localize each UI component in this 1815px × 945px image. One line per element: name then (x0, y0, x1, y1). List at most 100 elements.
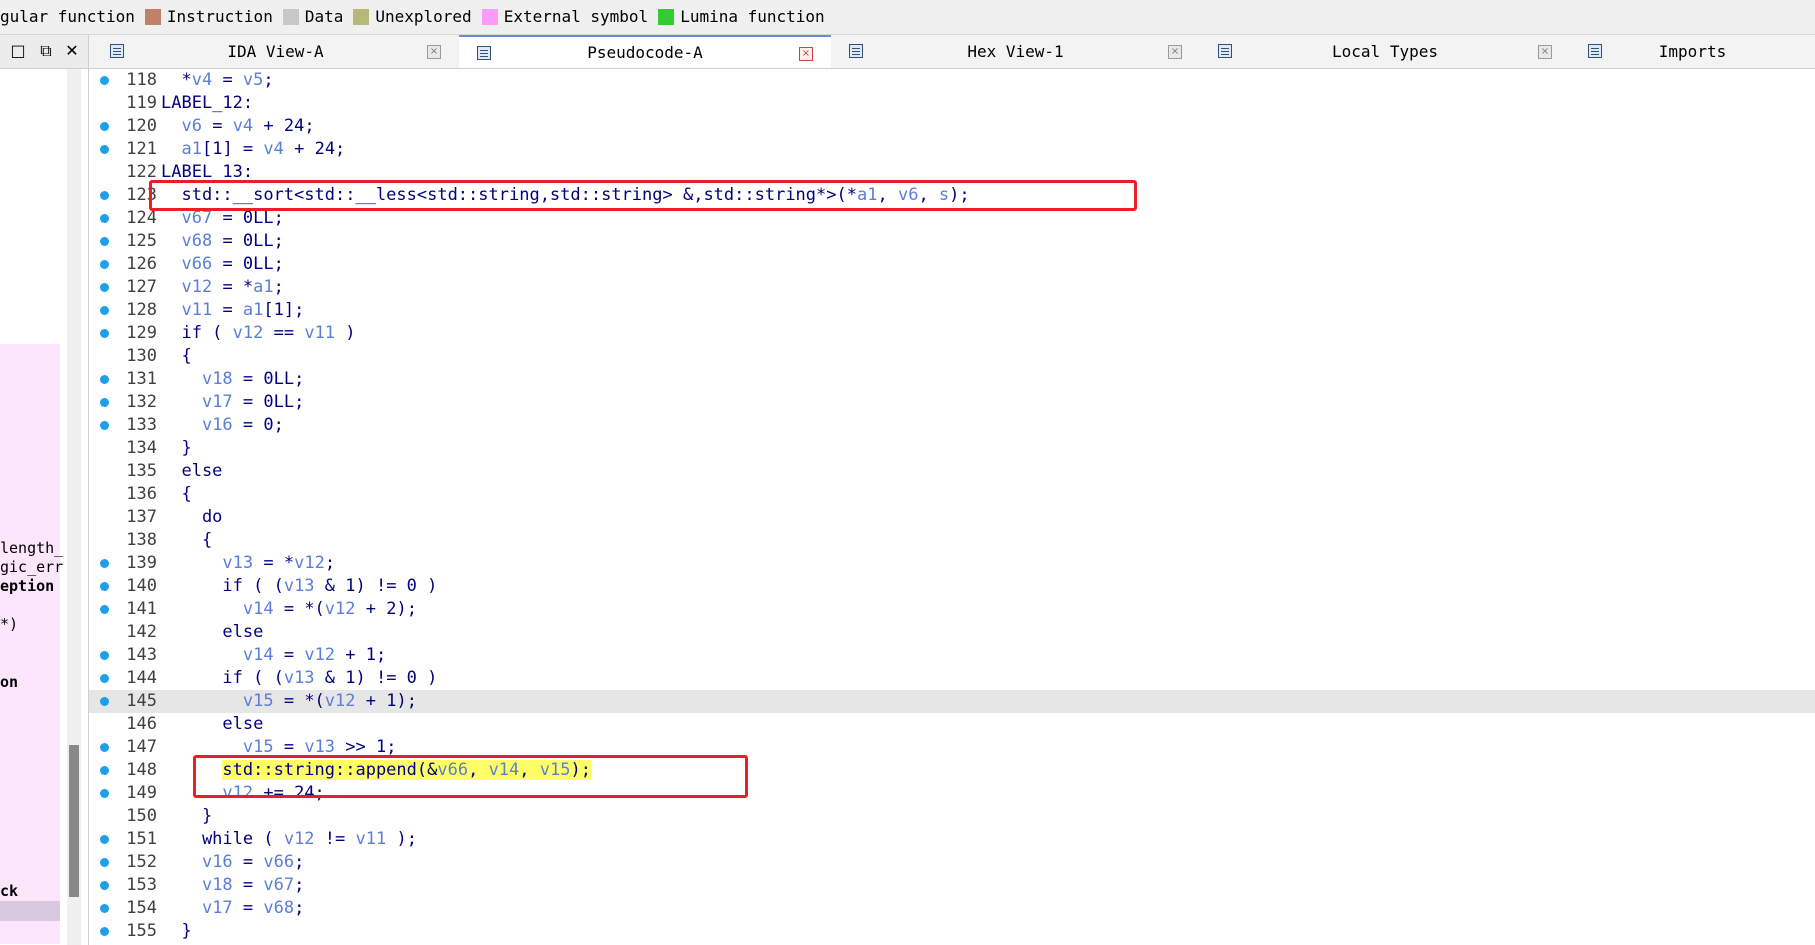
code-text[interactable]: v11 = a1[1]; (161, 299, 304, 322)
code-line[interactable]: 125 v68 = 0LL; (89, 230, 1815, 253)
code-line[interactable]: 140 if ( (v13 & 1) != 0 ) (89, 575, 1815, 598)
breakpoint-dot-icon[interactable] (100, 927, 109, 936)
breakpoint-dot-icon[interactable] (100, 582, 109, 591)
code-text[interactable]: v17 = 0LL; (161, 391, 304, 414)
code-line[interactable]: 128 v11 = a1[1]; (89, 299, 1815, 322)
code-text[interactable]: v16 = 0; (161, 414, 284, 437)
code-line[interactable]: 141 v14 = *(v12 + 2); (89, 598, 1815, 621)
code-text[interactable]: LABEL_12: (161, 92, 253, 115)
breakpoint-dot-icon[interactable] (100, 835, 109, 844)
breakpoint-dot-icon[interactable] (100, 904, 109, 913)
breakpoint-dot-icon[interactable] (100, 651, 109, 660)
breakpoint-dot-icon[interactable] (100, 559, 109, 568)
code-line[interactable]: 143 v14 = v12 + 1; (89, 644, 1815, 667)
close-icon[interactable]: ✕ (62, 41, 82, 61)
breakpoint-dot-icon[interactable] (100, 398, 109, 407)
code-line[interactable]: 133 v16 = 0; (89, 414, 1815, 437)
code-text[interactable]: if ( (v13 & 1) != 0 ) (161, 575, 437, 598)
function-list-item[interactable]: on (0, 673, 18, 691)
code-text[interactable]: } (161, 805, 212, 828)
code-text[interactable]: } (161, 437, 191, 460)
tab-hex-view-1[interactable]: Hex View-1 × (831, 35, 1201, 68)
breakpoint-dot-icon[interactable] (100, 421, 109, 430)
code-line[interactable]: 150 } (89, 805, 1815, 828)
code-text[interactable]: v68 = 0LL; (161, 230, 283, 253)
breakpoint-dot-icon[interactable] (100, 605, 109, 614)
code-text[interactable]: else (161, 460, 222, 483)
breakpoint-dot-icon[interactable] (100, 191, 109, 200)
restore-icon[interactable]: □ (8, 41, 28, 61)
code-line[interactable]: 132 v17 = 0LL; (89, 391, 1815, 414)
code-text[interactable]: v12 = *a1; (161, 276, 283, 299)
code-text[interactable]: v6 = v4 + 24; (161, 115, 314, 138)
breakpoint-dot-icon[interactable] (100, 283, 109, 292)
code-text[interactable]: v66 = 0LL; (161, 253, 283, 276)
tab-local-types[interactable]: Local Types × (1200, 35, 1571, 68)
code-line[interactable]: 134 } (89, 437, 1815, 460)
code-text[interactable]: v15 = *(v12 + 1); (161, 690, 417, 713)
float-window-icon[interactable]: ⧉ (36, 41, 56, 61)
code-line[interactable]: 119 LABEL_12: (89, 92, 1815, 115)
code-line[interactable]: 138 { (89, 529, 1815, 552)
breakpoint-dot-icon[interactable] (100, 858, 109, 867)
function-list-item[interactable]: gic_err (0, 558, 63, 576)
pseudocode-view[interactable]: 118 *v4 = v5; 119 LABEL_12: 120 v6 = v4 + 2… (89, 69, 1815, 945)
breakpoint-dot-icon[interactable] (100, 145, 109, 154)
code-text[interactable]: if ( v12 == v11 ) (161, 322, 355, 345)
code-line[interactable]: 129 if ( v12 == v11 ) (89, 322, 1815, 345)
function-list-item[interactable]: *) (0, 615, 18, 633)
function-list-item[interactable]: length_ (0, 539, 63, 557)
code-text[interactable]: v18 = 0LL; (161, 368, 304, 391)
code-line[interactable]: 152 v16 = v66; (89, 851, 1815, 874)
code-text[interactable]: do (161, 506, 222, 529)
code-text[interactable]: else (161, 621, 263, 644)
code-line[interactable]: 130 { (89, 345, 1815, 368)
function-list-item[interactable]: ck (0, 882, 18, 900)
code-line[interactable]: 151 while ( v12 != v11 ); (89, 828, 1815, 851)
code-text[interactable]: v16 = v66; (161, 851, 304, 874)
breakpoint-dot-icon[interactable] (100, 76, 109, 85)
tab-ida-view-a[interactable]: IDA View-A × (92, 35, 460, 68)
breakpoint-dot-icon[interactable] (100, 122, 109, 131)
code-line[interactable]: 139 v13 = *v12; (89, 552, 1815, 575)
tab-imports[interactable]: Imports (1570, 35, 1815, 68)
breakpoint-dot-icon[interactable] (100, 789, 109, 798)
code-text[interactable]: v13 = *v12; (161, 552, 335, 575)
code-line[interactable]: 118 *v4 = v5; (89, 69, 1815, 92)
breakpoint-dot-icon[interactable] (100, 329, 109, 338)
breakpoint-dot-icon[interactable] (100, 881, 109, 890)
code-text[interactable]: *v4 = v5; (161, 69, 273, 92)
function-list-item[interactable]: eption (0, 577, 54, 595)
code-line[interactable]: 137 do (89, 506, 1815, 529)
breakpoint-dot-icon[interactable] (100, 743, 109, 752)
breakpoint-dot-icon[interactable] (100, 375, 109, 384)
code-line[interactable]: 126 v66 = 0LL; (89, 253, 1815, 276)
code-text[interactable]: } (161, 920, 191, 943)
close-tab-icon[interactable]: × (1168, 45, 1182, 59)
breakpoint-dot-icon[interactable] (100, 306, 109, 315)
code-line[interactable]: 145 v15 = *(v12 + 1); (89, 690, 1815, 713)
breakpoint-dot-icon[interactable] (100, 766, 109, 775)
breakpoint-dot-icon[interactable] (100, 697, 109, 706)
code-line[interactable]: 120 v6 = v4 + 24; (89, 115, 1815, 138)
code-text[interactable]: v18 = v67; (161, 874, 304, 897)
code-text[interactable]: v14 = v12 + 1; (161, 644, 386, 667)
code-text[interactable]: { (161, 345, 191, 368)
code-text[interactable]: { (161, 483, 191, 506)
code-line[interactable]: 136 { (89, 483, 1815, 506)
code-text[interactable]: { (161, 529, 212, 552)
code-line[interactable]: 146 else (89, 713, 1815, 736)
code-line[interactable]: 121 a1[1] = v4 + 24; (89, 138, 1815, 161)
code-text[interactable]: v14 = *(v12 + 2); (161, 598, 417, 621)
code-line[interactable]: 131 v18 = 0LL; (89, 368, 1815, 391)
breakpoint-dot-icon[interactable] (100, 674, 109, 683)
selected-row[interactable] (0, 901, 60, 921)
scrollbar-thumb[interactable] (69, 745, 79, 897)
tab-pseudocode-a[interactable]: Pseudocode-A × (459, 35, 832, 68)
close-tab-icon[interactable]: × (427, 45, 441, 59)
code-line[interactable]: 127 v12 = *a1; (89, 276, 1815, 299)
code-line[interactable]: 135 else (89, 460, 1815, 483)
code-line[interactable]: 155 } (89, 920, 1815, 943)
close-tab-icon[interactable]: × (1538, 45, 1552, 59)
code-line[interactable]: 154 v17 = v68; (89, 897, 1815, 920)
